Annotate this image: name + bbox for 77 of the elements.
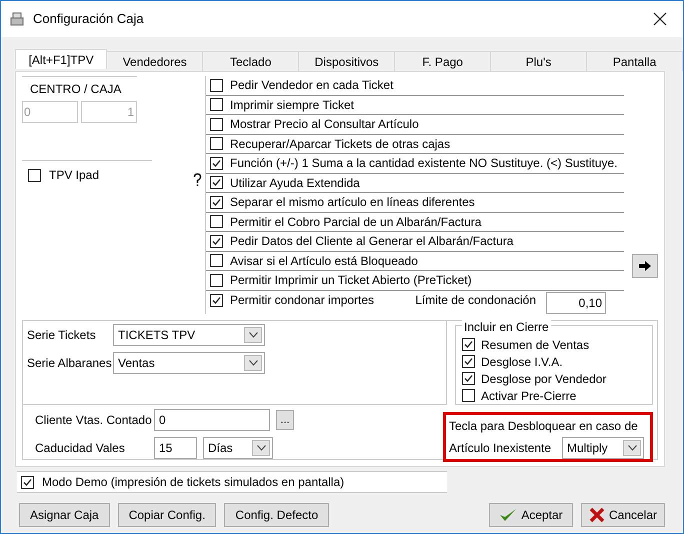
centro-caja-label: CENTRO / CAJA bbox=[29, 81, 122, 98]
option-label: Utilizar Ayuda Extendida bbox=[230, 174, 360, 192]
tab[interactable]: Teclado bbox=[203, 51, 300, 71]
action-button[interactable]: Config. Defecto bbox=[224, 503, 330, 527]
checkbox[interactable] bbox=[210, 118, 223, 131]
series-dropdown[interactable]: TICKETS TPV bbox=[113, 324, 265, 346]
check-icon bbox=[23, 478, 32, 486]
checkbox[interactable] bbox=[210, 78, 223, 92]
checkbox-label: Desglose I.V.A. bbox=[481, 354, 563, 370]
tab[interactable]: F. Pago bbox=[395, 51, 492, 71]
action-button[interactable]: Copiar Config. bbox=[118, 503, 216, 527]
option-label: Permitir condonar importes bbox=[230, 292, 374, 310]
limite-label: Límite de condonación bbox=[415, 292, 536, 310]
checkbox[interactable] bbox=[210, 176, 223, 190]
window-title: Configuración Caja bbox=[33, 10, 144, 28]
arrow-right-icon bbox=[638, 260, 652, 272]
tab[interactable]: Plu's bbox=[491, 51, 588, 71]
cross-icon bbox=[588, 507, 605, 523]
cancel-button[interactable]: Cancelar bbox=[581, 503, 665, 527]
option-label: Función (+/-) 1 Suma a la cantidad existente NO Sustituye. (<) Sustituye. bbox=[230, 155, 618, 172]
cliente-label: Cliente Vtas. Contado bbox=[35, 412, 153, 429]
arrow-right-button[interactable] bbox=[632, 254, 658, 278]
option-label: Permitir Imprimir un Ticket Abierto (PreTicket) bbox=[230, 272, 472, 290]
option-label: Recuperar/Aparcar Tickets de otras cajas bbox=[230, 136, 450, 153]
check-icon bbox=[212, 236, 221, 246]
checkbox-label: Desglose por Vendedor bbox=[481, 370, 606, 388]
option-label: Pedir Vendedor en cada Ticket bbox=[230, 77, 394, 94]
checkbox[interactable] bbox=[462, 355, 475, 368]
cliente-field[interactable]: 0 bbox=[154, 409, 270, 431]
checkbox-label: Resumen de Ventas bbox=[481, 336, 590, 354]
check-icon bbox=[212, 296, 221, 305]
tab[interactable]: Pantalla bbox=[587, 51, 683, 71]
caducidad-label: Caducidad Vales bbox=[35, 440, 126, 457]
key-dropdown[interactable]: Multiply bbox=[562, 437, 644, 459]
checkmark-icon bbox=[499, 507, 518, 523]
check-icon bbox=[212, 198, 221, 207]
option-label: Pedir Datos del Cliente al Generar el Albarán/Factura bbox=[230, 233, 514, 250]
checkbox-label: TPV Ipad bbox=[49, 167, 100, 184]
close-icon[interactable] bbox=[653, 12, 667, 26]
checkbox[interactable] bbox=[21, 476, 34, 488]
option-label: Permitir el Cobro Parcial de un Albarán/Factura bbox=[230, 214, 482, 231]
limite-field[interactable]: 0,10 bbox=[546, 292, 606, 314]
caducidad-field[interactable]: 15 bbox=[154, 437, 197, 459]
series-label: Serie Tickets bbox=[27, 327, 97, 344]
checkbox[interactable] bbox=[462, 372, 475, 385]
checkbox[interactable] bbox=[210, 294, 223, 307]
option-label: Imprimir siempre Ticket bbox=[230, 96, 354, 114]
checkbox-label: Activar Pre-Cierre bbox=[481, 388, 576, 404]
tecla-label: Tecla para Desbloquear en caso de bbox=[449, 418, 639, 435]
checkbox[interactable] bbox=[462, 389, 475, 402]
checkbox[interactable] bbox=[28, 168, 41, 182]
tab[interactable]: Vendedores bbox=[107, 51, 204, 71]
option-label: Mostrar Precio al Consultar Artículo bbox=[230, 116, 419, 134]
unit-dropdown[interactable]: Días bbox=[203, 437, 273, 459]
checkbox[interactable] bbox=[210, 98, 223, 112]
checkbox[interactable] bbox=[210, 234, 223, 248]
checkbox[interactable] bbox=[210, 137, 223, 150]
tab[interactable]: [Alt+F1]TPV bbox=[15, 49, 108, 69]
checkbox[interactable] bbox=[210, 274, 223, 287]
checkbox[interactable] bbox=[462, 338, 475, 351]
series-dropdown[interactable]: Ventas bbox=[113, 352, 265, 374]
action-button[interactable]: Asignar Caja bbox=[19, 503, 110, 527]
checkbox[interactable] bbox=[210, 215, 223, 228]
checkbox-label: Modo Demo (impresión de tickets simulados en pantalla) bbox=[42, 474, 344, 491]
checkbox[interactable] bbox=[210, 254, 223, 268]
browse-button[interactable]: ... bbox=[276, 410, 294, 430]
check-icon bbox=[212, 158, 221, 168]
tecla-label: Artículo Inexistente bbox=[449, 440, 552, 457]
tab[interactable]: Dispositivos bbox=[299, 51, 396, 71]
help-icon[interactable] bbox=[193, 173, 202, 187]
option-label: Separar el mismo artículo en líneas diferentes bbox=[230, 194, 475, 212]
check-icon bbox=[212, 178, 221, 188]
accept-button[interactable]: Aceptar bbox=[489, 503, 573, 527]
series-label: Serie Albaranes bbox=[27, 355, 113, 372]
checkbox[interactable] bbox=[210, 196, 223, 209]
option-label: Avisar si el Artículo está Bloqueado bbox=[230, 252, 418, 270]
checkbox[interactable] bbox=[210, 156, 223, 170]
